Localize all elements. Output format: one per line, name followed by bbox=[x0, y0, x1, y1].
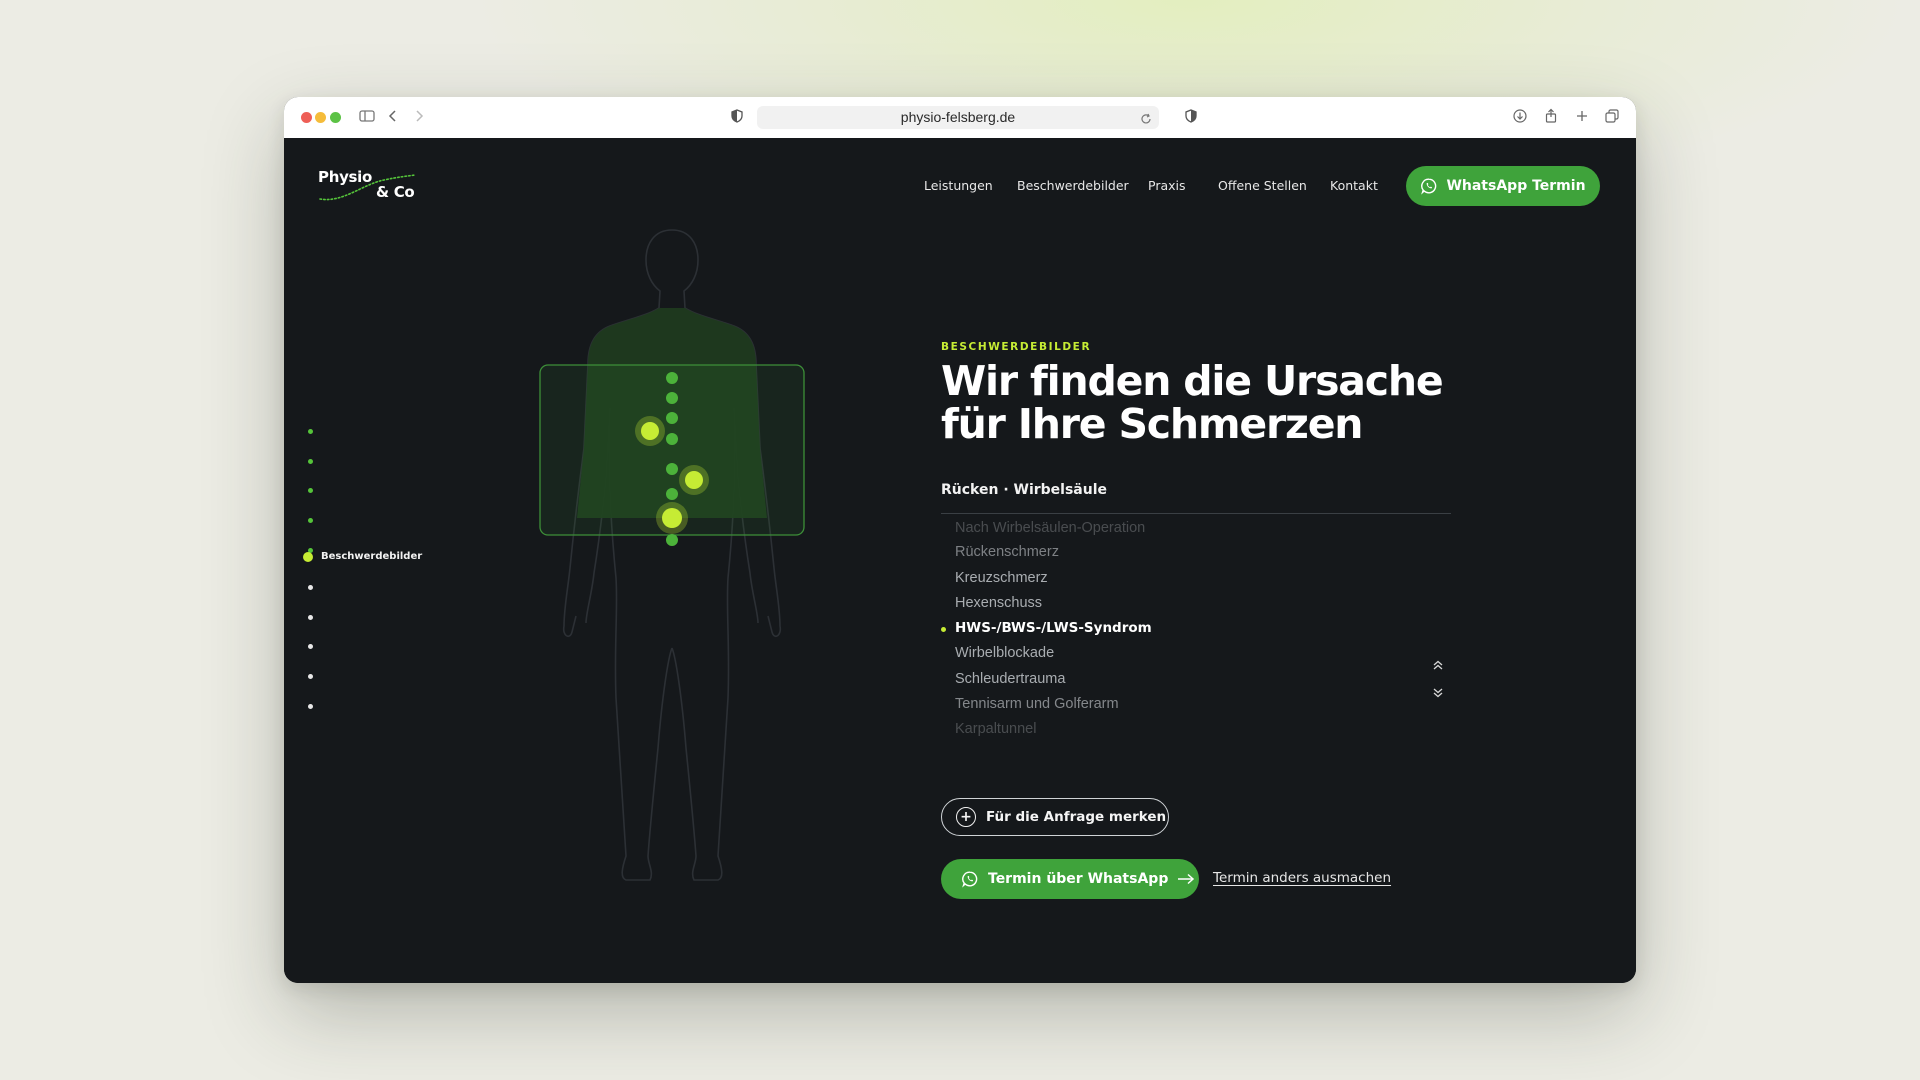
site-logo[interactable]: Physio & Co bbox=[318, 168, 418, 216]
condition-item-selected[interactable]: HWS-/BWS-/LWS-Syndrom bbox=[955, 620, 1152, 636]
condition-item[interactable]: Karpaltunnel bbox=[955, 721, 1036, 737]
arrow-right-icon bbox=[1178, 873, 1195, 885]
minimize-window-button[interactable] bbox=[315, 112, 326, 123]
section-dot[interactable] bbox=[308, 585, 313, 590]
condition-item[interactable]: Rückenschmerz bbox=[955, 544, 1059, 560]
forward-icon[interactable] bbox=[410, 107, 430, 127]
alternative-appointment-link[interactable]: Termin anders ausmachen bbox=[1213, 870, 1391, 886]
page-title: Wir finden die Ursache für Ihre Schmerze… bbox=[941, 360, 1501, 446]
condition-item[interactable]: Schleudertrauma bbox=[955, 671, 1065, 687]
section-dot[interactable] bbox=[308, 488, 313, 493]
nav-beschwerdebilder[interactable]: Beschwerdebilder bbox=[1017, 178, 1129, 193]
share-icon[interactable] bbox=[1542, 107, 1562, 127]
whatsapp-termin-label: WhatsApp Termin bbox=[1446, 178, 1586, 194]
section-dot[interactable] bbox=[308, 429, 313, 434]
condition-item[interactable]: Nach Wirbelsäulen-Operation bbox=[955, 520, 1145, 536]
address-bar[interactable]: physio-felsberg.de bbox=[757, 106, 1159, 129]
extension-shield-icon[interactable] bbox=[1182, 107, 1202, 127]
condition-item[interactable]: Wirbelblockade bbox=[955, 645, 1054, 661]
section-active-label: Beschwerdebilder bbox=[321, 551, 423, 562]
section-dot[interactable] bbox=[308, 644, 313, 649]
headline-line-1: Wir finden die Ursache bbox=[941, 357, 1444, 405]
section-dot[interactable] bbox=[308, 704, 313, 709]
privacy-shield-icon[interactable] bbox=[728, 107, 748, 127]
condition-item[interactable]: Hexenschuss bbox=[955, 595, 1042, 611]
nav-praxis[interactable]: Praxis bbox=[1148, 178, 1186, 193]
selected-indicator bbox=[941, 627, 946, 632]
section-eyebrow: BESCHWERDEBILDER bbox=[941, 341, 1092, 353]
website-page: Physio & Co Leistungen Beschwerdebilder … bbox=[284, 138, 1636, 983]
whatsapp-appointment-label: Termin über WhatsApp bbox=[988, 871, 1169, 887]
reload-icon[interactable] bbox=[1139, 110, 1153, 133]
whatsapp-appointment-button[interactable]: Termin über WhatsApp bbox=[941, 859, 1199, 899]
maximize-window-button[interactable] bbox=[330, 112, 341, 123]
section-dot[interactable] bbox=[308, 518, 313, 523]
browser-window: physio-felsberg.de Physio & Co Leistunge… bbox=[284, 97, 1636, 983]
nav-kontakt[interactable]: Kontakt bbox=[1330, 178, 1378, 193]
remember-request-button[interactable]: + Für die Anfrage merken bbox=[941, 798, 1169, 836]
new-tab-icon[interactable] bbox=[1573, 107, 1593, 127]
plus-circle-icon: + bbox=[956, 807, 976, 827]
url-text: physio-felsberg.de bbox=[900, 109, 1016, 125]
section-dot[interactable] bbox=[308, 615, 313, 620]
browser-toolbar: physio-felsberg.de bbox=[284, 97, 1636, 139]
whatsapp-termin-button[interactable]: WhatsApp Termin bbox=[1406, 166, 1600, 206]
body-area-label: Rücken · Wirbelsäule bbox=[941, 482, 1108, 498]
condition-item[interactable]: Kreuzschmerz bbox=[955, 570, 1048, 586]
condition-item[interactable]: Tennisarm und Golferarm bbox=[955, 696, 1119, 712]
headline-line-2: für Ihre Schmerzen bbox=[941, 400, 1363, 448]
nav-offene-stellen[interactable]: Offene Stellen bbox=[1218, 178, 1307, 193]
whatsapp-icon bbox=[1421, 178, 1437, 195]
logo-text-physio: Physio bbox=[318, 168, 373, 186]
download-icon[interactable] bbox=[1511, 107, 1531, 127]
sidebar-toggle-icon[interactable] bbox=[358, 107, 378, 127]
scroll-down-icon[interactable] bbox=[1430, 685, 1446, 699]
divider bbox=[941, 513, 1451, 514]
condition-list[interactable]: Nach Wirbelsäulen-Operation Rückenschmer… bbox=[941, 518, 1361, 738]
close-window-button[interactable] bbox=[301, 112, 312, 123]
remember-request-label: Für die Anfrage merken bbox=[986, 809, 1167, 825]
section-dot[interactable] bbox=[308, 459, 313, 464]
section-dot-active[interactable] bbox=[303, 552, 313, 562]
back-icon[interactable] bbox=[384, 107, 404, 127]
body-figure-illustration bbox=[539, 229, 805, 881]
logo-text-co: & Co bbox=[376, 183, 415, 201]
whatsapp-icon bbox=[962, 871, 978, 888]
scroll-up-icon[interactable] bbox=[1430, 658, 1446, 672]
section-dot[interactable] bbox=[308, 674, 313, 679]
tab-overview-icon[interactable] bbox=[1603, 107, 1623, 127]
nav-leistungen[interactable]: Leistungen bbox=[924, 178, 993, 193]
